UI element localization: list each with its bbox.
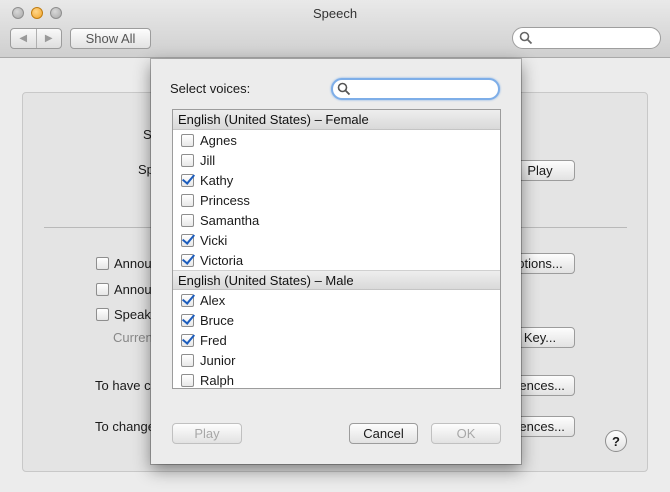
voice-name: Fred	[200, 332, 227, 348]
voice-name: Kathy	[200, 172, 234, 188]
announce-alerts-label: Annou	[114, 256, 152, 271]
voice-name: Princess	[200, 192, 250, 208]
voice-row-agnes[interactable]: Agnes	[173, 130, 500, 150]
voice-name: Vicki	[200, 232, 228, 248]
current-key-label: Curren	[113, 330, 153, 345]
voice-checkbox[interactable]	[181, 313, 194, 327]
voice-checkbox[interactable]	[181, 213, 194, 227]
select-voices-sheet: Select voices: English (United States) –…	[151, 59, 521, 464]
voice-row-princess[interactable]: Princess	[173, 190, 500, 210]
voice-row-vicki[interactable]: Vicki	[173, 230, 500, 250]
announce-app-label: Annou	[114, 282, 152, 297]
voice-row-ralph[interactable]: Ralph	[173, 370, 500, 388]
voice-row-alex[interactable]: Alex	[173, 290, 500, 310]
speak-selected-text-label: Speak	[114, 307, 151, 322]
toolbar-search-field[interactable]	[512, 27, 661, 49]
voice-list[interactable]: English (United States) – Female Agnes J…	[172, 109, 501, 389]
voice-row-jill[interactable]: Jill	[173, 150, 500, 170]
select-voices-label: Select voices:	[170, 81, 251, 96]
voice-search-field[interactable]	[331, 78, 500, 100]
announce-alerts-checkbox[interactable]	[96, 257, 109, 270]
voice-group-header: English (United States) – Male	[173, 270, 500, 290]
voice-row-kathy[interactable]: Kathy	[173, 170, 500, 190]
voice-row-samantha[interactable]: Samantha	[173, 210, 500, 230]
voice-checkbox[interactable]	[181, 133, 194, 147]
voice-row-fred[interactable]: Fred	[173, 330, 500, 350]
voice-checkbox[interactable]	[181, 193, 194, 207]
voice-checkbox[interactable]	[181, 333, 194, 347]
speech-preferences-window: Speech ◀ ▶ Show All Sy Spe Play Annou pt…	[0, 0, 670, 492]
voice-checkbox[interactable]	[181, 353, 194, 367]
voice-checkbox[interactable]	[181, 373, 194, 387]
title-bar: Speech ◀ ▶ Show All	[0, 0, 670, 58]
voice-checkbox[interactable]	[181, 173, 194, 187]
to-have-label: To have c	[95, 378, 151, 393]
voice-row-bruce[interactable]: Bruce	[173, 310, 500, 330]
voice-name: Samantha	[200, 212, 260, 228]
nav-back-forward: ◀ ▶	[10, 28, 62, 49]
forward-arrow-icon[interactable]: ▶	[37, 29, 62, 48]
voice-row-junior[interactable]: Junior	[173, 350, 500, 370]
cancel-button[interactable]: Cancel	[349, 423, 418, 444]
announce-app-checkbox[interactable]	[96, 283, 109, 296]
search-icon	[337, 82, 351, 96]
voice-name: Junior	[200, 352, 236, 368]
voice-name: Jill	[200, 152, 216, 168]
voice-name: Alex	[200, 292, 226, 308]
show-all-button[interactable]: Show All	[70, 28, 151, 49]
voice-checkbox[interactable]	[181, 253, 194, 267]
speak-selected-text-checkbox[interactable]	[96, 308, 109, 321]
voice-name: Bruce	[200, 312, 234, 328]
voice-checkbox[interactable]	[181, 293, 194, 307]
back-arrow-icon[interactable]: ◀	[11, 29, 37, 48]
search-icon	[519, 31, 533, 45]
voice-checkbox[interactable]	[181, 153, 194, 167]
window-title: Speech	[312, 6, 358, 21]
voice-name: Victoria	[200, 252, 244, 268]
help-button[interactable]: ?	[605, 430, 627, 452]
voice-name: Agnes	[200, 132, 237, 148]
voice-row-victoria[interactable]: Victoria	[173, 250, 500, 270]
voice-name: Ralph	[200, 372, 234, 388]
voice-group-header: English (United States) – Female	[173, 110, 500, 130]
play-sample-button[interactable]: Play	[172, 423, 242, 444]
ok-button[interactable]: OK	[431, 423, 501, 444]
voice-checkbox[interactable]	[181, 233, 194, 247]
to-change-label: To change	[95, 419, 155, 434]
